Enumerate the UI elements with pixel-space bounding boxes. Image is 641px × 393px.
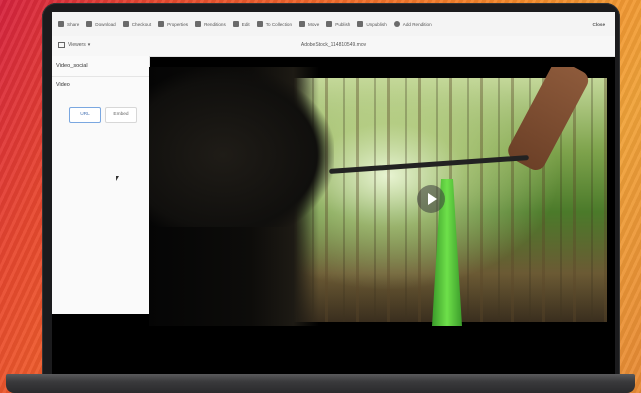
panel-footer — [52, 314, 149, 374]
panel-subtitle: Video — [56, 82, 70, 88]
renditions-button[interactable]: Renditions — [195, 21, 226, 27]
lock-icon — [122, 21, 129, 27]
mode-toggle-group: URL Embed — [69, 107, 137, 123]
toolbar: Share Download Checkout Properties Rendi… — [52, 12, 615, 37]
play-button[interactable] — [417, 185, 445, 213]
play-icon — [428, 193, 437, 205]
unpublish-icon — [357, 21, 364, 27]
share-icon — [58, 21, 64, 27]
collection-icon — [256, 21, 263, 27]
unpublish-button[interactable]: Unpublish — [357, 21, 387, 27]
add-icon — [393, 21, 400, 27]
pencil-icon — [232, 21, 239, 27]
video-player[interactable] — [149, 67, 615, 326]
publish-icon — [326, 21, 333, 27]
file-title: AdobeStock_114810549.mov — [300, 42, 367, 48]
download-button[interactable]: Download — [86, 21, 116, 27]
embed-button[interactable]: Embed — [105, 107, 137, 123]
move-button[interactable]: Move — [299, 21, 319, 27]
viewer-side-panel: Video_social Video URL Embed — [52, 56, 150, 314]
renditions-icon — [195, 21, 202, 27]
publish-button[interactable]: Publish — [326, 21, 350, 27]
rider-shoulder — [149, 67, 334, 227]
share-button[interactable]: Share — [58, 21, 79, 27]
download-icon — [86, 21, 93, 27]
to-collection-button[interactable]: To Collection — [256, 21, 292, 27]
info-icon — [158, 21, 165, 27]
add-rendition-button[interactable]: Add Rendition — [393, 21, 432, 27]
mouse-cursor-icon — [116, 176, 119, 181]
edit-button[interactable]: Edit — [232, 21, 250, 27]
panel-title: Video_social — [52, 56, 149, 77]
checkout-button[interactable]: Checkout — [122, 21, 151, 27]
app-screen: Share Download Checkout Properties Rendi… — [52, 12, 615, 374]
laptop-base — [6, 374, 635, 393]
move-icon — [299, 21, 306, 27]
url-button[interactable]: URL — [69, 107, 101, 123]
close-button[interactable]: Close — [592, 22, 605, 27]
properties-button[interactable]: Properties — [158, 21, 188, 27]
subbar: Viewers ▾ AdobeStock_114810549.mov — [52, 36, 615, 57]
